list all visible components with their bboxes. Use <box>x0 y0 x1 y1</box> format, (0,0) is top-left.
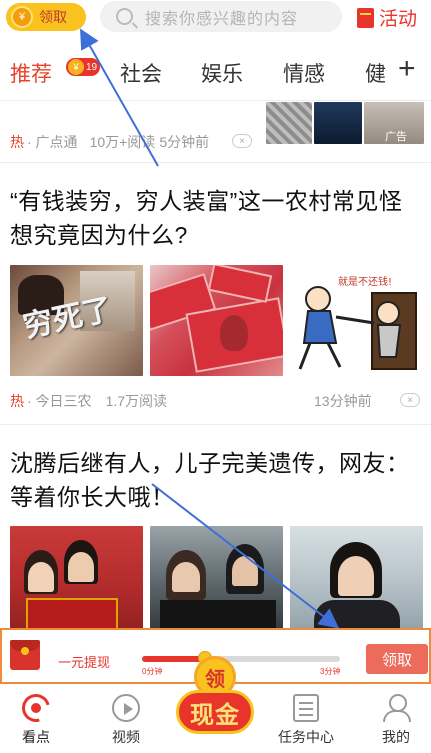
progress-min-label: 0分钟 <box>142 667 163 676</box>
coin-icon: ¥ <box>68 59 84 75</box>
nav-item-video[interactable]: 视频 <box>96 690 156 750</box>
article-image[interactable] <box>10 526 143 636</box>
tab-badge: ¥ 19 <box>66 58 100 76</box>
time-label: 5分钟前 <box>159 134 210 150</box>
article-image[interactable]: 穷死了 <box>10 265 143 376</box>
divider <box>0 100 431 101</box>
refresh-icon <box>16 688 56 728</box>
search-input[interactable]: 搜索你感兴趣的内容 <box>100 1 342 32</box>
item-meta: 热 · 广点通 10万+阅读 5分钟前 <box>10 132 209 152</box>
divider <box>0 424 431 425</box>
ad-label: 广告 <box>385 131 407 143</box>
tab-society[interactable]: 社会 <box>120 58 162 88</box>
read-count: 1.7万阅读 <box>105 393 168 409</box>
activity-label: 活动 <box>379 9 418 30</box>
tab-entertainment[interactable]: 娱乐 <box>201 58 243 88</box>
claim-cash-bottom: 现金 <box>176 690 254 734</box>
tab-emotion[interactable]: 情感 <box>283 58 325 88</box>
claim-cash-center-button[interactable]: 领 现金 <box>176 656 254 750</box>
ad-thumbnail[interactable] <box>266 102 312 144</box>
play-icon <box>112 694 140 722</box>
nav-label: 看点 <box>22 729 50 745</box>
tab-health[interactable]: 健 <box>365 58 386 88</box>
nav-item-tasks[interactable]: 任务中心 <box>276 690 336 750</box>
dismiss-icon[interactable]: × <box>232 134 252 148</box>
claim-cash-button[interactable]: 领取 <box>366 644 428 674</box>
article-image[interactable]: 就是不还钱! <box>290 265 423 376</box>
activity-button[interactable]: 活动 <box>357 4 417 31</box>
cartoon-speech: 就是不还钱! <box>338 275 392 288</box>
time-label: 13分钟前 <box>314 393 372 409</box>
article-image[interactable] <box>150 265 283 376</box>
article-image[interactable] <box>150 526 283 636</box>
add-tab-icon[interactable]: + <box>398 52 416 86</box>
gift-icon <box>357 7 374 28</box>
ad-thumbnail[interactable] <box>314 102 362 144</box>
article-image[interactable] <box>290 526 423 636</box>
search-icon <box>116 8 133 25</box>
claim-coins-label: 领取 <box>39 9 67 25</box>
category-tabs: 推荐 ¥ 19 社会 娱乐 情感 健 + <box>0 52 431 98</box>
hot-tag: 热 <box>10 393 24 409</box>
cash-withdraw-label: 一元提现 <box>58 655 111 670</box>
article-title[interactable]: 沈腾后继有人，儿子完美遗传，网友：等着你长大哦！ <box>10 446 420 514</box>
claim-coins-button[interactable]: ¥ 领取 <box>6 3 86 31</box>
hot-tag: 热 <box>10 134 24 150</box>
nav-label: 我的 <box>382 729 410 745</box>
progress-max-label: 3分钟 <box>320 667 341 676</box>
red-packet-icon <box>10 640 40 670</box>
source-label: · 今日三农 <box>27 393 92 409</box>
nav-item-profile[interactable]: 我的 <box>366 690 426 750</box>
badge-count: 19 <box>86 61 98 73</box>
search-placeholder: 搜索你感兴趣的内容 <box>145 10 299 28</box>
coin-icon: ¥ <box>11 6 33 28</box>
task-icon <box>293 694 319 722</box>
read-count: 10万+阅读 <box>89 134 156 150</box>
article-title[interactable]: “有钱装穷，穷人装富”这一农村常见怪想究竟因为什么? <box>10 184 420 252</box>
dismiss-icon[interactable]: × <box>400 393 420 407</box>
source-label: · 广点通 <box>27 134 78 150</box>
divider <box>0 162 431 163</box>
nav-label: 任务中心 <box>278 729 334 745</box>
user-icon <box>383 694 411 722</box>
tab-recommend[interactable]: 推荐 <box>10 58 52 88</box>
top-bar: ¥ 领取 搜索你感兴趣的内容 活动 <box>0 0 431 36</box>
item-meta: 热 · 今日三农 1.7万阅读 <box>10 391 167 411</box>
nav-label: 视频 <box>112 729 140 745</box>
nav-item-feed[interactable]: 看点 <box>6 688 66 750</box>
